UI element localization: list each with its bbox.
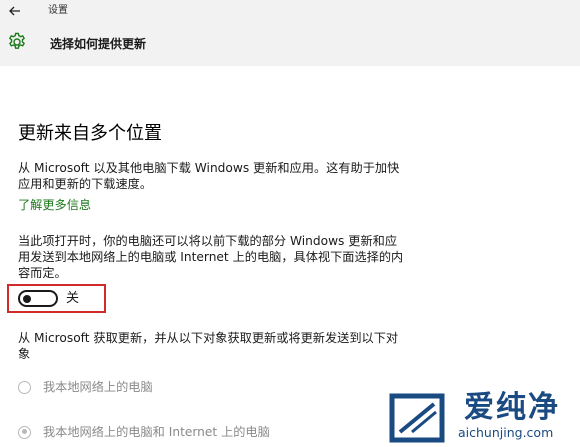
toggle-state-label: 关	[66, 291, 80, 306]
section-title: 更新来自多个位置	[18, 123, 162, 144]
back-arrow-icon	[9, 6, 20, 16]
gear-icon	[9, 32, 25, 49]
radio-option-local-and-internet[interactable]: 我本地网络上的电脑和 Internet 上的电脑	[18, 423, 270, 441]
page-header: 选择如何提供更新	[0, 22, 580, 66]
back-button[interactable]	[6, 2, 24, 20]
options-intro-text: 从 Microsoft 获取更新，并从以下对象获取更新或将更新发送到以下对象	[18, 331, 399, 361]
delivery-optimization-toggle[interactable]	[18, 290, 58, 307]
aichunjing-logo-icon	[389, 393, 445, 443]
description-text: 当此项打开时，你的电脑还可以将以前下载的部分 Windows 更新和应用发送到本…	[18, 234, 404, 280]
radio-label: 我本地网络上的电脑	[43, 380, 153, 394]
radio-dot	[21, 429, 27, 434]
watermark: 爱纯净 aichunjing.com	[386, 392, 576, 444]
radio-button[interactable]	[18, 380, 31, 394]
watermark-title: 爱纯净	[464, 390, 560, 425]
radio-button-selected[interactable]	[18, 425, 31, 439]
toggle-knob	[23, 294, 31, 303]
radio-option-local-network[interactable]: 我本地网络上的电脑	[18, 378, 153, 396]
watermark-url: aichunjing.com	[458, 425, 554, 440]
page-title: 选择如何提供更新	[50, 37, 147, 51]
window-title: 设置	[48, 5, 68, 16]
intro-text: 从 Microsoft 以及其他电脑下载 Windows 更新和应用。这有助于加…	[18, 161, 400, 191]
radio-label: 我本地网络上的电脑和 Internet 上的电脑	[43, 425, 270, 439]
title-bar: 设置	[0, 0, 580, 22]
learn-more-link[interactable]: 了解更多信息	[18, 197, 91, 213]
